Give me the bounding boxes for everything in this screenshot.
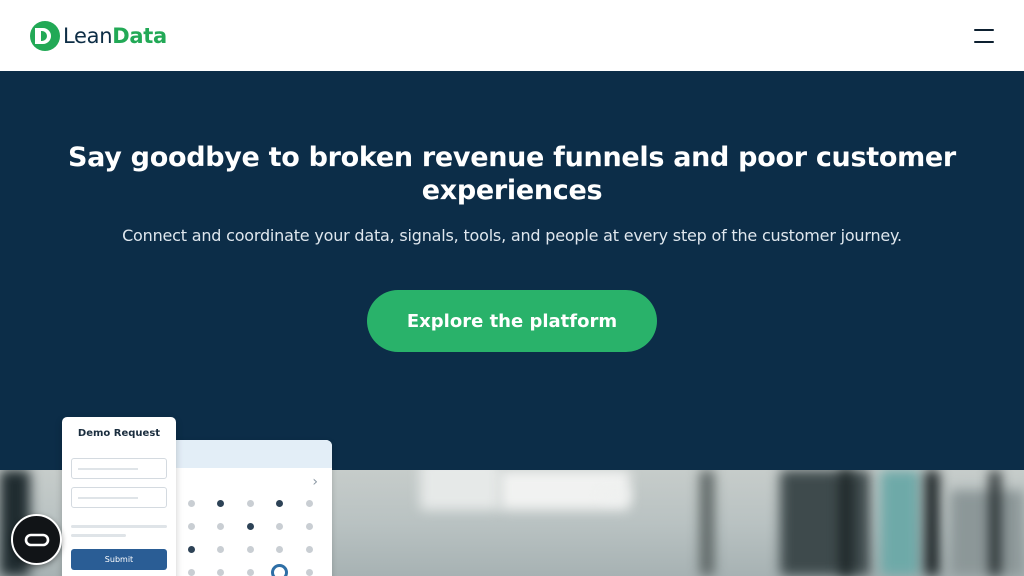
logo-wordmark: LeanData [63, 23, 167, 48]
explore-platform-button[interactable]: Explore the platform [367, 290, 657, 352]
form-field-name[interactable] [71, 458, 167, 479]
calendar-day[interactable] [188, 546, 195, 553]
calendar-day[interactable] [217, 569, 224, 576]
calendar-day[interactable] [306, 500, 313, 507]
form-text-line [71, 534, 126, 537]
calendar-header [170, 440, 332, 468]
hero-title: Say goodbye to broken revenue funnels an… [68, 142, 956, 206]
calendar-day[interactable] [247, 500, 254, 507]
calendar-day[interactable] [188, 523, 195, 530]
calendar-day[interactable] [247, 569, 254, 576]
calendar-day[interactable] [217, 546, 224, 553]
demo-submit-button[interactable]: Submit [71, 549, 167, 570]
chevron-right-icon[interactable]: › [312, 474, 318, 490]
calendar-day[interactable] [247, 523, 254, 530]
calendar-day[interactable] [217, 523, 224, 530]
calendar-day[interactable] [188, 569, 195, 576]
demo-request-title: Demo Request [77, 428, 161, 439]
calendar-day[interactable] [247, 546, 254, 553]
leandata-logo-icon [30, 20, 60, 51]
leandata-logo[interactable]: LeanData [30, 20, 167, 51]
hamburger-menu-icon[interactable] [974, 28, 996, 44]
hero-section: Say goodbye to broken revenue funnels an… [0, 71, 1024, 470]
site-header: LeanData [0, 0, 1024, 71]
calendar-day[interactable] [217, 500, 224, 507]
calendar-day[interactable] [306, 546, 313, 553]
calendar-day[interactable] [188, 500, 195, 507]
form-text-line [71, 525, 167, 528]
selected-calendar-day[interactable] [271, 564, 288, 576]
calendar-day[interactable] [276, 500, 283, 507]
calendar-day[interactable] [276, 546, 283, 553]
chat-loop-icon[interactable] [11, 514, 62, 565]
demo-request-card: Demo Request Submit [62, 417, 176, 576]
form-field-email[interactable] [71, 487, 167, 508]
hero-subtitle: Connect and coordinate your data, signal… [122, 226, 902, 245]
calendar-day[interactable] [306, 569, 313, 576]
calendar-day[interactable] [276, 523, 283, 530]
calendar-card: › [170, 440, 332, 576]
calendar-day[interactable] [306, 523, 313, 530]
